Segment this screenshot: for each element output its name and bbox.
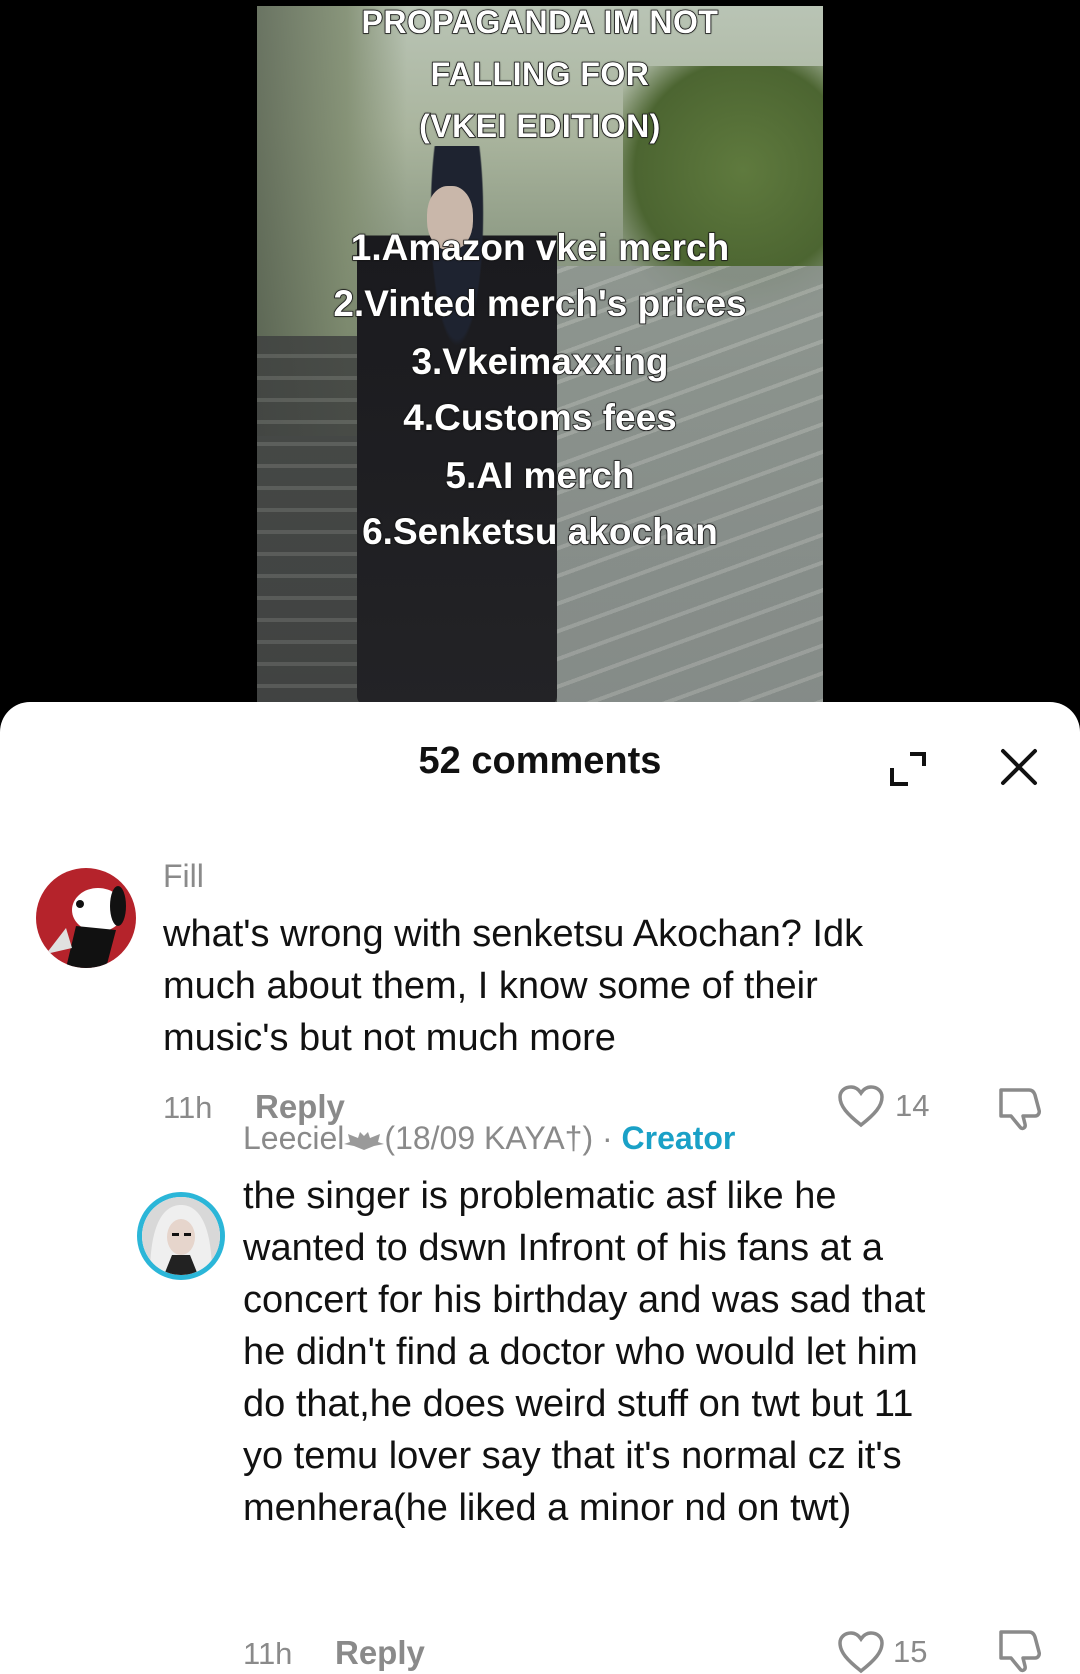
bat-icon [344, 1131, 385, 1150]
comment-username[interactable]: Leeciel [243, 1120, 344, 1156]
separator-dot: · [593, 1120, 622, 1156]
username-suffix: (18/09 KAYA†) [384, 1120, 594, 1156]
video-list-item-3: 3.Vkeimaxxing [411, 340, 670, 383]
expand-icon[interactable] [888, 748, 928, 788]
close-icon[interactable] [998, 746, 1040, 788]
creator-comment-header[interactable]: Leeciel (18/09 KAYA†) · Creator [243, 1120, 735, 1157]
snoopy-avatar-image [36, 868, 136, 968]
video-preview[interactable]: PROPAGANDA IM NOT FALLING FOR (VKEI EDIT… [257, 6, 823, 706]
like-count: 15 [893, 1634, 928, 1669]
creator-avatar[interactable] [137, 1192, 225, 1280]
video-title-line-1: PROPAGANDA IM NOT [361, 6, 719, 41]
video-list-item-1: 1.Amazon vkei merch [350, 226, 730, 269]
comment-timestamp: 11h [243, 1636, 293, 1671]
creator-avatar-image [142, 1197, 220, 1275]
comment-text-line: much about them, I know some of their [163, 965, 818, 1007]
comment-text-line: menhera(he liked a minor nd on twt) [243, 1487, 852, 1529]
comment-text-line: yo temu lover say that it's normal cz it… [243, 1435, 902, 1477]
video-list-item-6: 6.Senketsu akochan [361, 510, 718, 553]
avatar[interactable] [36, 868, 136, 968]
video-title-line-2: FALLING FOR [430, 55, 650, 93]
video-list-item-4: 4.Customs fees [402, 396, 677, 439]
comment-text-line: what's wrong with senketsu Akochan? Idk [163, 913, 864, 955]
comment-text-line: do that,he does weird stuff on twt but 1… [243, 1383, 914, 1425]
comment-text-line: music's but not much more [163, 1017, 616, 1059]
comment-username[interactable]: Fill [163, 858, 204, 895]
dislike-icon[interactable] [995, 1626, 1043, 1674]
comment-text-line: wanted to dswn Infront of his fans at a [243, 1227, 884, 1269]
comments-sheet: 52 comments Fill what's wrong with senke… [0, 702, 1080, 1674]
video-title-line-3: (VKEI EDITION) [418, 107, 661, 145]
dislike-icon[interactable] [995, 1084, 1043, 1132]
creator-badge: Creator [621, 1120, 736, 1156]
comment-text-line: the singer is problematic asf like he [243, 1175, 837, 1217]
comment-text-line: concert for his birthday and was sad tha… [243, 1279, 926, 1321]
like-count: 14 [895, 1088, 930, 1123]
comment-timestamp: 11h [163, 1090, 213, 1125]
heart-icon[interactable] [837, 1630, 885, 1674]
reply-button[interactable]: Reply [335, 1634, 425, 1672]
video-list-item-2: 2.Vinted merch's prices [333, 282, 748, 325]
video-list-item-5: 5.AI merch [445, 454, 636, 497]
comment-text-line: he didn't find a doctor who would let hi… [243, 1331, 918, 1373]
heart-icon[interactable] [837, 1084, 885, 1128]
